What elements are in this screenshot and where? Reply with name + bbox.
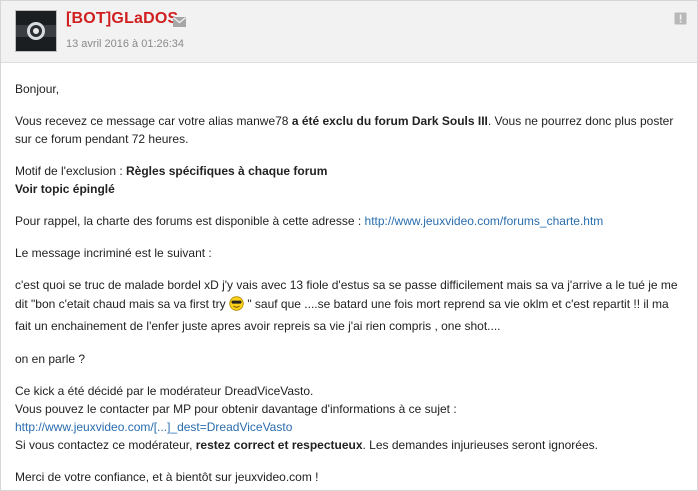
forum-message: [BOT]GLaDOS 13 avril 2016 à 01:26:34 Bon… — [0, 0, 698, 491]
contact-warning-line: Si vous contactez ce modérateur, restez … — [15, 436, 685, 454]
mail-icon[interactable] — [173, 14, 186, 32]
topic-line: Voir topic épinglé — [15, 180, 685, 198]
contact-warning-text: Si vous contactez ce modérateur, — [15, 438, 196, 452]
exclusion-bold: a été exclu du forum Dark Souls III — [291, 114, 488, 128]
contact-line: Vous pouvez le contacter par MP pour obt… — [15, 400, 685, 436]
message-header: [BOT]GLaDOS 13 avril 2016 à 01:26:34 — [1, 1, 697, 63]
motif-line: Motif de l'exclusion : Règles spécifique… — [15, 162, 685, 180]
charte-line: Pour rappel, la charte des forums est di… — [15, 212, 685, 230]
cool-smiley-icon — [229, 296, 244, 317]
closing-line: Merci de votre confiance, et à bientôt s… — [15, 470, 319, 484]
greeting: Bonjour, — [15, 82, 60, 96]
kick-line: Ce kick a été décidé par le modérateur D… — [15, 384, 314, 398]
message-body: Bonjour, Vous recevez ce message car vot… — [15, 80, 685, 486]
author-name[interactable]: [BOT]GLaDOS — [66, 10, 178, 28]
motif-label: Motif de l'exclusion : — [15, 164, 127, 178]
motif-value: Règles spécifiques à chaque forum — [126, 164, 328, 178]
incrimine-line: Le message incriminé est le suivant : — [15, 246, 212, 260]
avatar[interactable] — [15, 10, 57, 52]
contact-warning-bold: restez correct et respectueux — [195, 438, 363, 452]
topic-pinned-link[interactable]: Voir topic épinglé — [15, 182, 115, 196]
contact-warning-text-end: . Les demandes injurieuses seront ignoré… — [362, 438, 598, 452]
en-parle-line: on en parle ? — [15, 352, 86, 366]
report-icon[interactable] — [674, 12, 687, 30]
moderator-contact-link[interactable]: http://www.jeuxvideo.com/[...]_dest=Drea… — [15, 420, 292, 434]
charte-text: Pour rappel, la charte des forums est di… — [15, 214, 365, 228]
post-date[interactable]: 13 avril 2016 à 01:26:34 — [66, 38, 184, 50]
charte-link[interactable]: http://www.jeuxvideo.com/forums_charte.h… — [365, 214, 604, 228]
contact-text: Vous pouvez le contacter par MP pour obt… — [15, 402, 457, 416]
quoted-message: c'est quoi se truc de malade bordel xD j… — [15, 276, 685, 336]
exclusion-text: Vous recevez ce message car votre alias … — [15, 114, 292, 128]
exclusion-paragraph: Vous recevez ce message car votre alias … — [15, 112, 685, 148]
